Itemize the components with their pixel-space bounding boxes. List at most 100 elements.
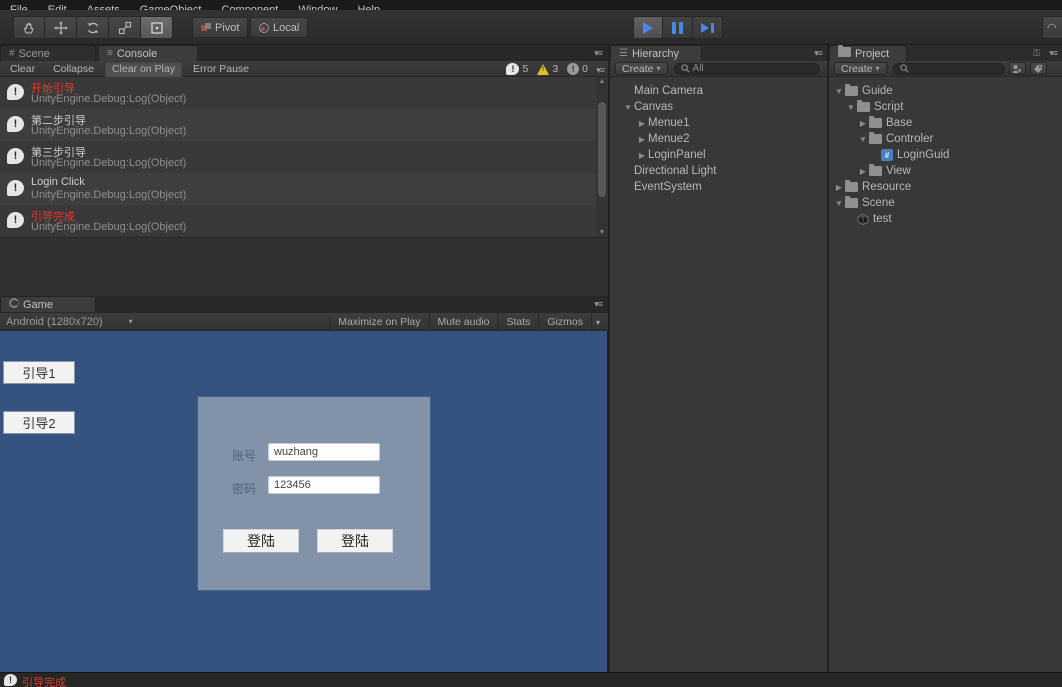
console-clear-on-play-button[interactable]: Clear on Play	[104, 60, 182, 77]
project-item-resource[interactable]: ▶ Resource	[829, 179, 1062, 195]
scene-console-tabbar: # Scene ≡ Console ▾≡	[0, 45, 608, 61]
local-toggle-button[interactable]: Local	[250, 17, 309, 38]
error-count-badge[interactable]: ! 0	[567, 63, 588, 75]
console-error-pause-button[interactable]: Error Pause	[186, 61, 256, 77]
project-item-controler[interactable]: ▼ Controler	[829, 131, 1062, 147]
chevron-expanded-icon[interactable]: ▼	[857, 135, 869, 144]
search-by-label-button[interactable]	[1029, 62, 1047, 75]
globe-icon	[259, 22, 269, 33]
hierarchy-panel-menu-icon[interactable]: ▾≡	[814, 48, 823, 59]
project-item-loginguid[interactable]: # LoginGuid	[829, 147, 1062, 163]
status-info-icon: !	[4, 674, 17, 686]
game-toolbar-right: Maximize on Play Mute audio Stats Gizmos ▾	[329, 313, 604, 331]
play-button[interactable]	[633, 16, 663, 39]
hierarchy-tabstrip: ☰ Hierarchy ▾≡	[610, 45, 827, 61]
playmode-controls	[633, 16, 723, 39]
hierarchy-item-menue2[interactable]: ▶ Menue2	[610, 131, 827, 147]
console-log-entry[interactable]: ! 引导完成 UnityEngine.Debug:Log(Object)	[0, 205, 596, 237]
account-input[interactable]	[268, 443, 380, 461]
login-button-right[interactable]: 登陆	[317, 529, 393, 553]
hierarchy-search-input[interactable]: All	[673, 62, 820, 75]
pause-button[interactable]	[663, 16, 693, 39]
tab-scene-label: Scene	[18, 47, 50, 60]
tab-project[interactable]: Project	[829, 45, 907, 61]
hierarchy-create-button[interactable]: Create ▾	[615, 62, 668, 75]
info-count-badge[interactable]: ! 5	[506, 63, 528, 75]
hierarchy-item-canvas[interactable]: ▼ Canvas	[610, 99, 827, 115]
guide2-button[interactable]: 引导2	[3, 411, 75, 434]
rotate-tool-button[interactable]	[77, 16, 109, 39]
project-item-test[interactable]: test	[829, 211, 1062, 227]
game-maximize-on-play-button[interactable]: Maximize on Play	[329, 313, 428, 331]
project-item-guide[interactable]: ▼ Guide	[829, 83, 1062, 99]
scroll-up-icon[interactable]: ▲	[596, 78, 608, 85]
scale-tool-button[interactable]	[109, 16, 141, 39]
warning-count-badge[interactable]: ! 3	[537, 63, 558, 75]
guide1-button[interactable]: 引导1	[3, 361, 75, 384]
console-log-entry[interactable]: ! 第二步引导 UnityEngine.Debug:Log(Object)	[0, 109, 596, 141]
chevron-collapsed-icon[interactable]: ▶	[857, 167, 869, 176]
pivot-toggle-button[interactable]: Pivot	[192, 17, 249, 38]
chevron-collapsed-icon[interactable]: ▶	[857, 119, 869, 128]
console-collapse-button[interactable]: Collapse	[46, 61, 101, 77]
step-button[interactable]	[693, 16, 723, 39]
rect-tool-button[interactable]	[141, 16, 173, 39]
project-panel-menu-icon[interactable]: ▾≡	[1049, 48, 1058, 59]
chevron-collapsed-icon[interactable]: ▶	[636, 151, 648, 160]
tab-scene[interactable]: # Scene	[0, 45, 96, 61]
layers-dropdown-partial[interactable]: ◠	[1042, 16, 1062, 39]
project-tree: ▼ Guide ▼ Script ▶ Base ▼ Controler # LoginGuid ▶ V…	[829, 83, 1062, 227]
pivot-label: Pivot	[215, 21, 240, 34]
chevron-expanded-icon[interactable]: ▼	[845, 103, 857, 112]
console-panel-menu-icon[interactable]: ▾≡	[594, 48, 603, 59]
project-search-input[interactable]	[892, 62, 1005, 75]
chevron-expanded-icon[interactable]: ▼	[833, 199, 845, 208]
game-gizmos-button[interactable]: Gizmos	[538, 313, 591, 331]
project-item-script[interactable]: ▼ Script	[829, 99, 1062, 115]
console-log-entry[interactable]: ! Login Click UnityEngine.Debug:Log(Object…	[0, 173, 596, 205]
game-panel-menu-icon[interactable]: ▾≡	[594, 299, 603, 310]
tree-item-label: Menue2	[648, 133, 690, 145]
password-input[interactable]	[268, 476, 380, 494]
tree-item-label: Canvas	[634, 101, 673, 113]
tree-item-label: EventSystem	[634, 181, 702, 193]
console-clear-button[interactable]: Clear	[3, 61, 42, 77]
tab-game[interactable]: Game	[0, 296, 96, 312]
console-log-entry[interactable]: ! 第三步引导 UnityEngine.Debug:Log(Object)	[0, 141, 596, 173]
game-stats-button[interactable]: Stats	[497, 313, 538, 331]
tab-console[interactable]: ≡ Console	[98, 45, 198, 61]
gizmos-dropdown-icon[interactable]: ▾	[590, 313, 604, 331]
project-create-button[interactable]: Create ▾	[834, 62, 887, 75]
project-item-base[interactable]: ▶ Base	[829, 115, 1062, 131]
console-scrollbar[interactable]: ▲ ▼	[596, 77, 608, 237]
login-button-left[interactable]: 登陆	[223, 529, 299, 553]
project-item-scene[interactable]: ▼ Scene	[829, 195, 1062, 211]
hierarchy-item-eventsystem[interactable]: EventSystem	[610, 179, 827, 195]
chevron-expanded-icon[interactable]: ▼	[833, 87, 845, 96]
chevron-expanded-icon[interactable]: ▼	[622, 103, 634, 112]
project-item-view[interactable]: ▶ View	[829, 163, 1062, 179]
hierarchy-item-loginpanel[interactable]: ▶ LoginPanel	[610, 147, 827, 163]
hierarchy-item-main-camera[interactable]: Main Camera	[610, 83, 827, 99]
scroll-down-icon[interactable]: ▼	[596, 229, 608, 236]
local-label: Local	[273, 21, 300, 34]
chevron-collapsed-icon[interactable]: ▶	[833, 183, 845, 192]
aspect-dropdown[interactable]: Android (1280x720) ▾	[6, 316, 133, 328]
game-mute-audio-button[interactable]: Mute audio	[428, 313, 498, 331]
console-log-entry[interactable]: ! 开始引导 UnityEngine.Debug:Log(Object)	[0, 77, 596, 109]
console-toolbar-menu-icon[interactable]: ▾≡	[596, 65, 605, 76]
scroll-thumb[interactable]	[598, 102, 606, 197]
tree-item-label: Guide	[862, 85, 893, 97]
move-tool-button[interactable]	[45, 16, 77, 39]
hand-tool-button[interactable]	[13, 16, 45, 39]
tab-hierarchy[interactable]: ☰ Hierarchy	[610, 45, 702, 61]
hierarchy-item-directional-light[interactable]: Directional Light	[610, 163, 827, 179]
tree-item-label: LoginPanel	[648, 149, 706, 161]
hierarchy-item-menue1[interactable]: ▶ Menue1	[610, 115, 827, 131]
search-by-type-button[interactable]	[1008, 62, 1026, 75]
chevron-collapsed-icon[interactable]: ▶	[636, 135, 648, 144]
lock-icon[interactable]: ⚿	[1033, 48, 1040, 59]
chevron-collapsed-icon[interactable]: ▶	[636, 119, 648, 128]
log-info-icon: !	[7, 84, 24, 100]
status-bar[interactable]: ! 引导完成	[0, 672, 1062, 687]
